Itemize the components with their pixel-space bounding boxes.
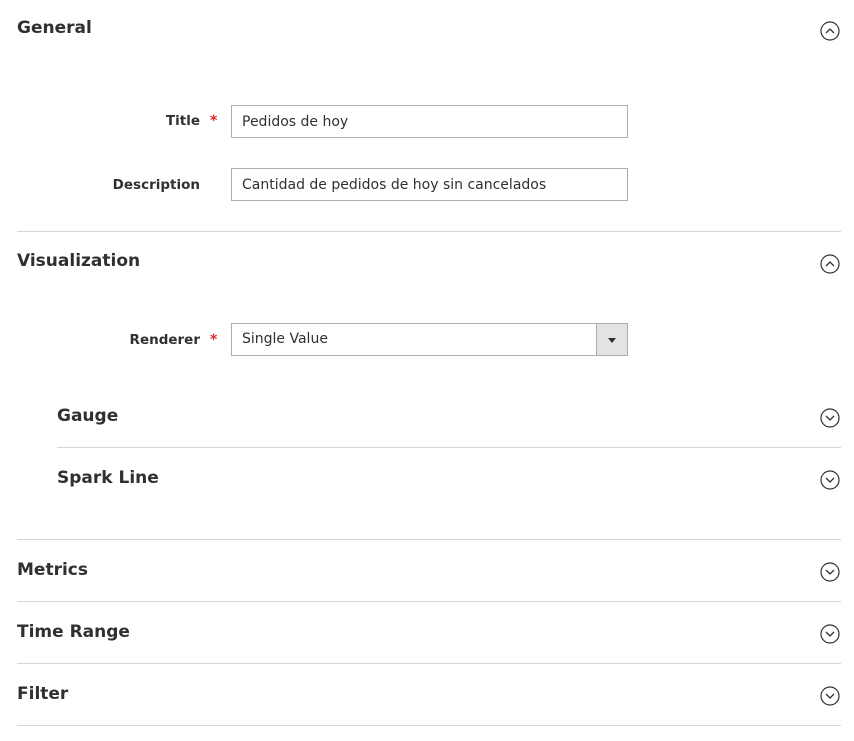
title-input[interactable] <box>231 105 628 138</box>
renderer-required-mark: * <box>210 332 218 348</box>
time-range-section-title: Time Range <box>17 622 130 642</box>
visualization-section-header[interactable]: Visualization <box>17 251 841 277</box>
visualization-section-title: Visualization <box>17 251 141 271</box>
filter-section-header[interactable]: Filter <box>17 684 841 710</box>
chevron-down-circle-icon[interactable] <box>819 407 841 429</box>
chevron-down-circle-icon[interactable] <box>819 623 841 645</box>
general-section-title: General <box>17 18 92 38</box>
time-range-section-header[interactable]: Time Range <box>17 622 841 648</box>
dropdown-button[interactable] <box>596 324 627 355</box>
renderer-select[interactable]: Single Value <box>231 323 628 356</box>
chevron-down-circle-icon[interactable] <box>819 469 841 491</box>
chevron-down-circle-icon[interactable] <box>819 561 841 583</box>
divider <box>57 447 841 448</box>
chevron-up-circle-icon[interactable] <box>819 20 841 42</box>
gauge-subsection-title: Gauge <box>57 406 119 426</box>
renderer-selected-value: Single Value <box>242 331 328 347</box>
metrics-section-header[interactable]: Metrics <box>17 560 841 586</box>
metrics-section-title: Metrics <box>17 560 88 580</box>
chevron-down-circle-icon[interactable] <box>819 685 841 707</box>
title-required-mark: * <box>210 113 218 129</box>
chevron-up-circle-icon[interactable] <box>819 253 841 275</box>
caret-down-icon <box>608 338 616 343</box>
renderer-label: Renderer <box>129 332 200 348</box>
divider <box>17 231 841 232</box>
divider <box>17 663 841 664</box>
title-label: Title <box>165 113 200 129</box>
description-label: Description <box>112 177 200 193</box>
filter-section-title: Filter <box>17 684 69 704</box>
divider <box>17 725 841 726</box>
spark-line-subsection-header[interactable]: Spark Line <box>17 468 841 494</box>
spark-line-subsection-title: Spark Line <box>57 468 159 488</box>
description-input[interactable] <box>231 168 628 201</box>
divider <box>17 601 841 602</box>
general-section-header[interactable]: General <box>17 18 841 44</box>
gauge-subsection-header[interactable]: Gauge <box>17 406 841 432</box>
divider <box>17 539 841 540</box>
